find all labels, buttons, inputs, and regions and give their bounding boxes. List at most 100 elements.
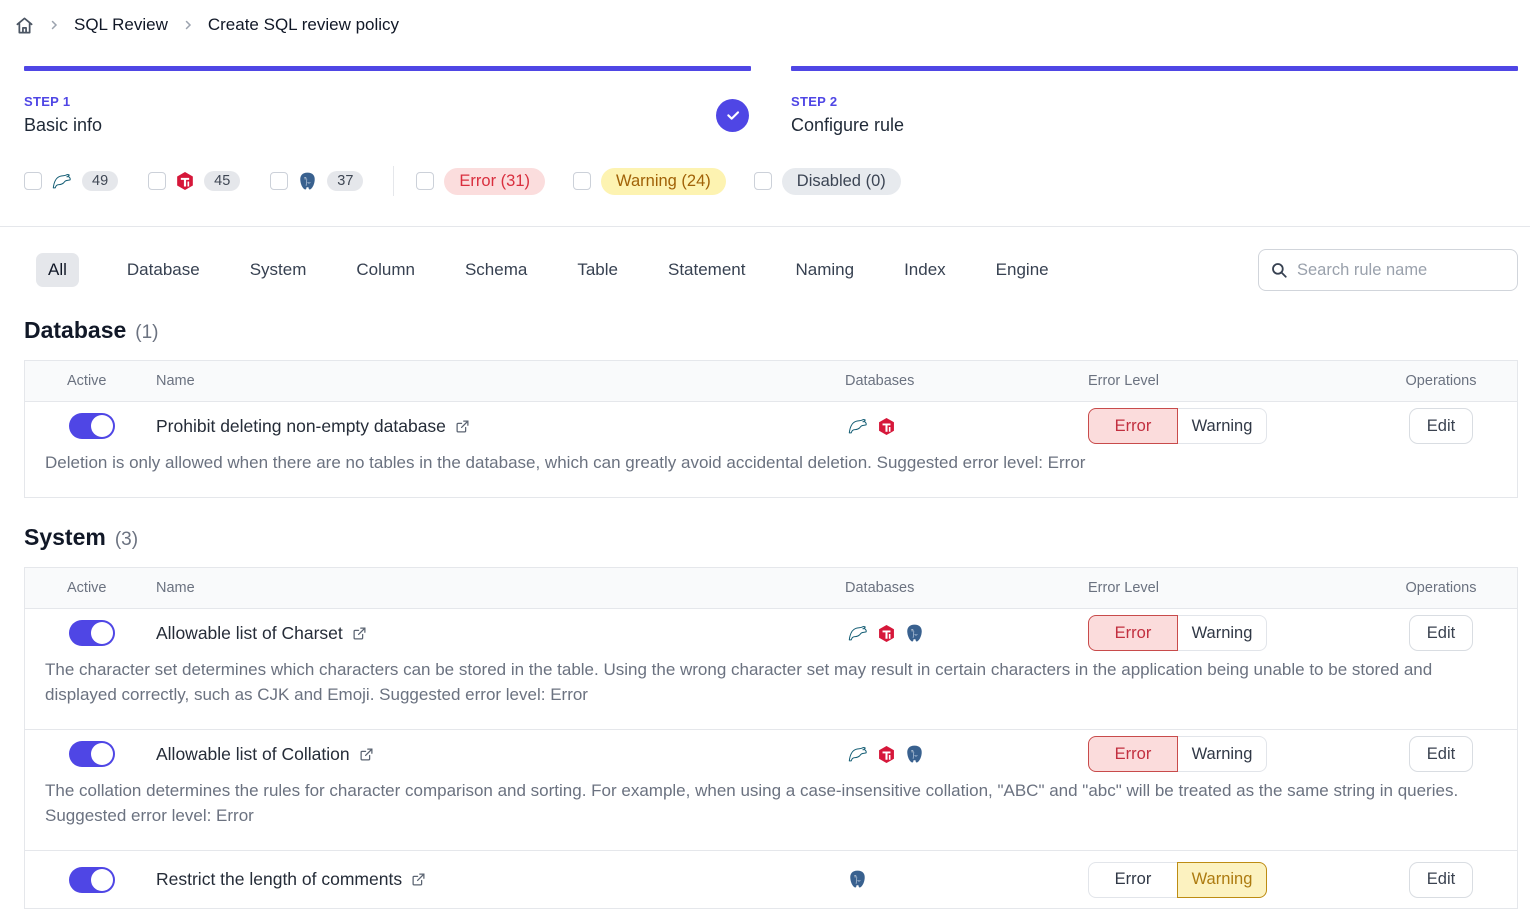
- rule-name: Allowable list of Charset: [156, 623, 343, 644]
- step-2[interactable]: STEP 2 Configure rule: [791, 66, 1518, 136]
- filter-divider: [393, 166, 394, 196]
- filter-level-disabled: Disabled (0): [754, 168, 901, 195]
- external-link-icon[interactable]: [359, 747, 374, 762]
- section-count: (1): [135, 322, 158, 344]
- error-count-pill[interactable]: Error (31): [444, 168, 545, 195]
- horizontal-divider: [0, 226, 1530, 227]
- error-level-checkbox[interactable]: [416, 172, 434, 190]
- tab-table[interactable]: Table: [577, 253, 618, 287]
- step-2-title: Configure rule: [791, 115, 904, 136]
- col-header-databases: Databases: [845, 373, 1088, 389]
- step-1[interactable]: STEP 1 Basic info: [24, 66, 751, 136]
- tab-engine[interactable]: Engine: [996, 253, 1049, 287]
- postgres-icon: [904, 744, 925, 765]
- search-icon: [1270, 261, 1288, 284]
- tab-system[interactable]: System: [250, 253, 307, 287]
- rule-name: Restrict the length of comments: [156, 869, 402, 890]
- error-level-button[interactable]: Error: [1088, 615, 1178, 651]
- warning-level-button[interactable]: Warning: [1177, 615, 1267, 651]
- home-icon[interactable]: [15, 16, 34, 35]
- mysql-icon: [847, 743, 869, 765]
- step-1-completed-check-icon: [716, 99, 749, 132]
- tidb-checkbox[interactable]: [148, 172, 166, 190]
- edit-button[interactable]: Edit: [1409, 408, 1473, 444]
- step-1-label: STEP 1: [24, 94, 102, 109]
- warning-level-button[interactable]: Warning: [1177, 736, 1267, 772]
- tidb-count-badge: 45: [204, 171, 240, 191]
- mysql-icon: [51, 170, 73, 192]
- section-title: System: [24, 524, 106, 551]
- tidb-icon: [877, 624, 896, 643]
- disabled-count-pill[interactable]: Disabled (0): [782, 168, 901, 195]
- breadcrumb: SQL Review Create SQL review policy: [0, 0, 1530, 38]
- search-box: [1258, 249, 1518, 291]
- tidb-icon: [877, 417, 896, 436]
- postgres-count-badge: 37: [327, 171, 363, 191]
- postgres-checkbox[interactable]: [270, 172, 288, 190]
- active-toggle[interactable]: [69, 867, 115, 893]
- external-link-icon[interactable]: [411, 872, 426, 887]
- filter-level-error: Error (31): [416, 168, 545, 195]
- rules-table: Active Name Databases Error Level Operat…: [24, 360, 1518, 498]
- step-1-title: Basic info: [24, 115, 102, 136]
- edit-button[interactable]: Edit: [1409, 736, 1473, 772]
- col-header-active: Active: [25, 580, 156, 596]
- tab-all[interactable]: All: [36, 253, 79, 287]
- warning-level-button[interactable]: Warning: [1177, 862, 1267, 898]
- col-header-active: Active: [25, 373, 156, 389]
- col-header-operations: Operations: [1365, 580, 1517, 596]
- section-count: (3): [115, 529, 138, 551]
- mysql-icon: [847, 622, 869, 644]
- rule-description: Deletion is only allowed when there are …: [25, 444, 1517, 491]
- tab-statement[interactable]: Statement: [668, 253, 746, 287]
- filter-level-warning: Warning (24): [573, 168, 726, 195]
- step-2-label: STEP 2: [791, 94, 904, 109]
- search-input[interactable]: [1258, 249, 1518, 291]
- rule-description: The character set determines which chara…: [25, 651, 1517, 723]
- rule-name: Prohibit deleting non-empty database: [156, 416, 446, 437]
- chevron-right-icon: [182, 19, 194, 31]
- rule-name: Allowable list of Collation: [156, 744, 350, 765]
- filter-engine-postgres: 37: [270, 171, 363, 192]
- mysql-icon: [847, 415, 869, 437]
- edit-button[interactable]: Edit: [1409, 615, 1473, 651]
- col-header-name: Name: [156, 373, 845, 389]
- active-toggle[interactable]: [69, 741, 115, 767]
- error-level-button[interactable]: Error: [1088, 862, 1178, 898]
- warning-count-pill[interactable]: Warning (24): [601, 168, 726, 195]
- breadcrumb-sql-review[interactable]: SQL Review: [74, 15, 168, 35]
- tab-naming[interactable]: Naming: [795, 253, 854, 287]
- external-link-icon[interactable]: [455, 419, 470, 434]
- col-header-name: Name: [156, 580, 845, 596]
- rule-prohibit-deleting-non-empty-database: Prohibit deleting non-empty database Err…: [25, 402, 1517, 497]
- active-toggle[interactable]: [69, 620, 115, 646]
- tab-index[interactable]: Index: [904, 253, 946, 287]
- external-link-icon[interactable]: [352, 626, 367, 641]
- tidb-icon: [877, 745, 896, 764]
- step-indicator: STEP 1 Basic info STEP 2 Configure rule: [24, 66, 1518, 136]
- col-header-databases: Databases: [845, 580, 1088, 596]
- col-header-error-level: Error Level: [1088, 580, 1365, 596]
- error-level-button[interactable]: Error: [1088, 736, 1178, 772]
- postgres-icon: [904, 623, 925, 644]
- tab-schema[interactable]: Schema: [465, 253, 527, 287]
- filter-row: 49 45 37 Error (31) Warning (24) Disable…: [24, 166, 1518, 196]
- tab-database[interactable]: Database: [127, 253, 200, 287]
- table-header-row: Active Name Databases Error Level Operat…: [25, 361, 1517, 402]
- active-toggle[interactable]: [69, 413, 115, 439]
- mysql-checkbox[interactable]: [24, 172, 42, 190]
- category-tabbar: All Database System Column Schema Table …: [24, 249, 1518, 291]
- section-system: System (3) Active Name Databases Error L…: [24, 524, 1518, 909]
- warning-level-button[interactable]: Warning: [1177, 408, 1267, 444]
- disabled-level-checkbox[interactable]: [754, 172, 772, 190]
- warning-level-checkbox[interactable]: [573, 172, 591, 190]
- rule-allowable-list-of-charset: Allowable list of Charset Error Warning …: [25, 609, 1517, 729]
- rule-restrict-the-length-of-comments: Restrict the length of comments Error Wa…: [25, 850, 1517, 908]
- rule-allowable-list-of-collation: Allowable list of Collation Error Warnin…: [25, 729, 1517, 850]
- edit-button[interactable]: Edit: [1409, 862, 1473, 898]
- tab-column[interactable]: Column: [356, 253, 415, 287]
- chevron-right-icon: [48, 19, 60, 31]
- section-database: Database (1) Active Name Databases Error…: [24, 317, 1518, 498]
- postgres-icon: [297, 171, 318, 192]
- error-level-button[interactable]: Error: [1088, 408, 1178, 444]
